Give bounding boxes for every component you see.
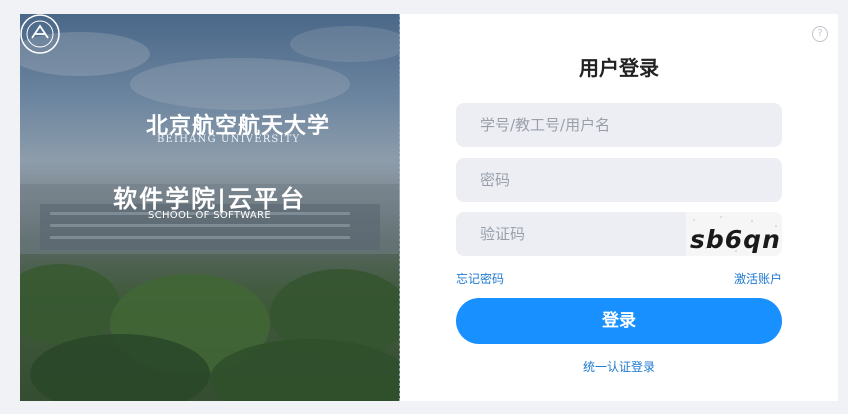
university-logo-icon — [20, 14, 60, 54]
forgot-password-link[interactable]: 忘记密码 — [456, 270, 504, 287]
help-icon[interactable]: ? — [812, 26, 828, 42]
activate-account-link[interactable]: 激活账户 — [734, 270, 782, 287]
username-field[interactable] — [456, 103, 782, 147]
school-name-en: SCHOOL OF SOFTWARE — [148, 210, 271, 221]
login-button[interactable]: 登录 — [456, 298, 782, 344]
captcha-field[interactable]: sb6qn — [456, 212, 782, 256]
sso-login-link[interactable]: 统一认证登录 — [456, 358, 782, 375]
captcha-image[interactable]: sb6qn — [686, 212, 782, 256]
login-card: 北京航空航天大学 BEIHANG UNIVERSITY 软件学院|云平台 SCH… — [20, 14, 838, 401]
university-name-en: BEIHANG UNIVERSITY — [157, 134, 301, 145]
login-title: 用户登录 — [579, 56, 659, 80]
campus-image: 北京航空航天大学 BEIHANG UNIVERSITY 软件学院|云平台 SCH… — [20, 14, 400, 401]
username-input[interactable] — [478, 115, 682, 135]
password-field[interactable] — [456, 158, 782, 202]
school-name: 软件学院|云平台 — [113, 185, 306, 213]
password-input[interactable] — [478, 170, 682, 190]
captcha-input[interactable] — [478, 224, 662, 244]
captcha-text: sb6qn — [690, 225, 781, 254]
